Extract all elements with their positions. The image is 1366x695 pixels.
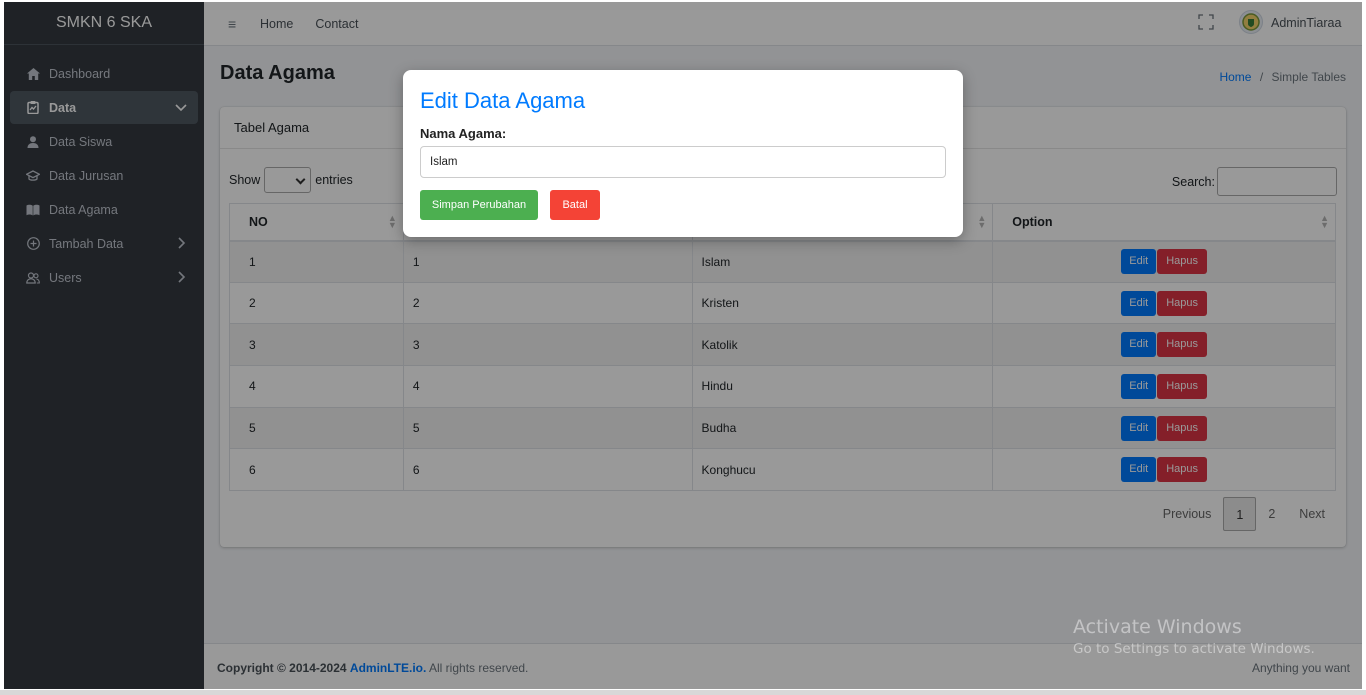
app-window: SMKN 6 SKA Dashboard Data Data Siswa Dat…	[4, 2, 1362, 689]
taskbar-edge	[0, 690, 1366, 695]
nama-agama-input[interactable]: Islam	[420, 146, 946, 178]
edit-agama-dialog: Edit Data Agama Nama Agama: Islam Simpan…	[403, 70, 963, 237]
activate-windows-watermark: Activate Windows	[1073, 616, 1242, 638]
dialog-title: Edit Data Agama	[420, 88, 586, 113]
cancel-button[interactable]: Batal	[550, 190, 600, 220]
nama-agama-label: Nama Agama:	[420, 126, 507, 141]
activate-windows-hint: Go to Settings to activate Windows.	[1073, 641, 1315, 657]
save-changes-button[interactable]: Simpan Perubahan	[420, 190, 538, 220]
